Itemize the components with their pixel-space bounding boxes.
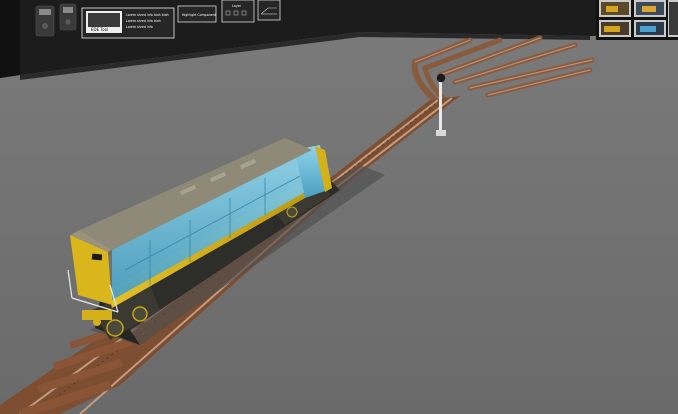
train-simulator-viewport[interactable]: EDE Tool Lorem shred info blah blah Lore… bbox=[0, 0, 678, 414]
wall-device-1[interactable] bbox=[35, 5, 55, 37]
headlight-plate bbox=[91, 253, 103, 261]
controls-label: Layer bbox=[232, 4, 242, 8]
controls-panel[interactable]: Layer bbox=[221, 0, 255, 23]
thumbnail-3[interactable] bbox=[599, 20, 631, 37]
thumbnail-5[interactable] bbox=[668, 0, 678, 37]
thumbnail-1[interactable] bbox=[599, 0, 631, 17]
thumbnail-strip bbox=[596, 0, 678, 40]
thumbnail-4[interactable] bbox=[634, 20, 666, 37]
info-card-panel[interactable]: EDE Tool Lorem shred info blah blah Lore… bbox=[81, 7, 175, 39]
thumbnail-2[interactable] bbox=[634, 0, 666, 17]
highlight-button-label: Highlight Component bbox=[182, 13, 217, 17]
card-line-1: Lorem shred info blah blah bbox=[126, 13, 169, 17]
card-line-2: Lorem shred info blah bbox=[126, 19, 161, 23]
track-diagram-panel[interactable] bbox=[257, 0, 281, 21]
card-line-3: Lorem shred info bbox=[126, 25, 153, 29]
card-title: EDE Tool bbox=[91, 27, 108, 32]
highlight-button-panel[interactable]: Highlight Component bbox=[177, 5, 217, 23]
wall-device-2[interactable] bbox=[59, 3, 77, 31]
